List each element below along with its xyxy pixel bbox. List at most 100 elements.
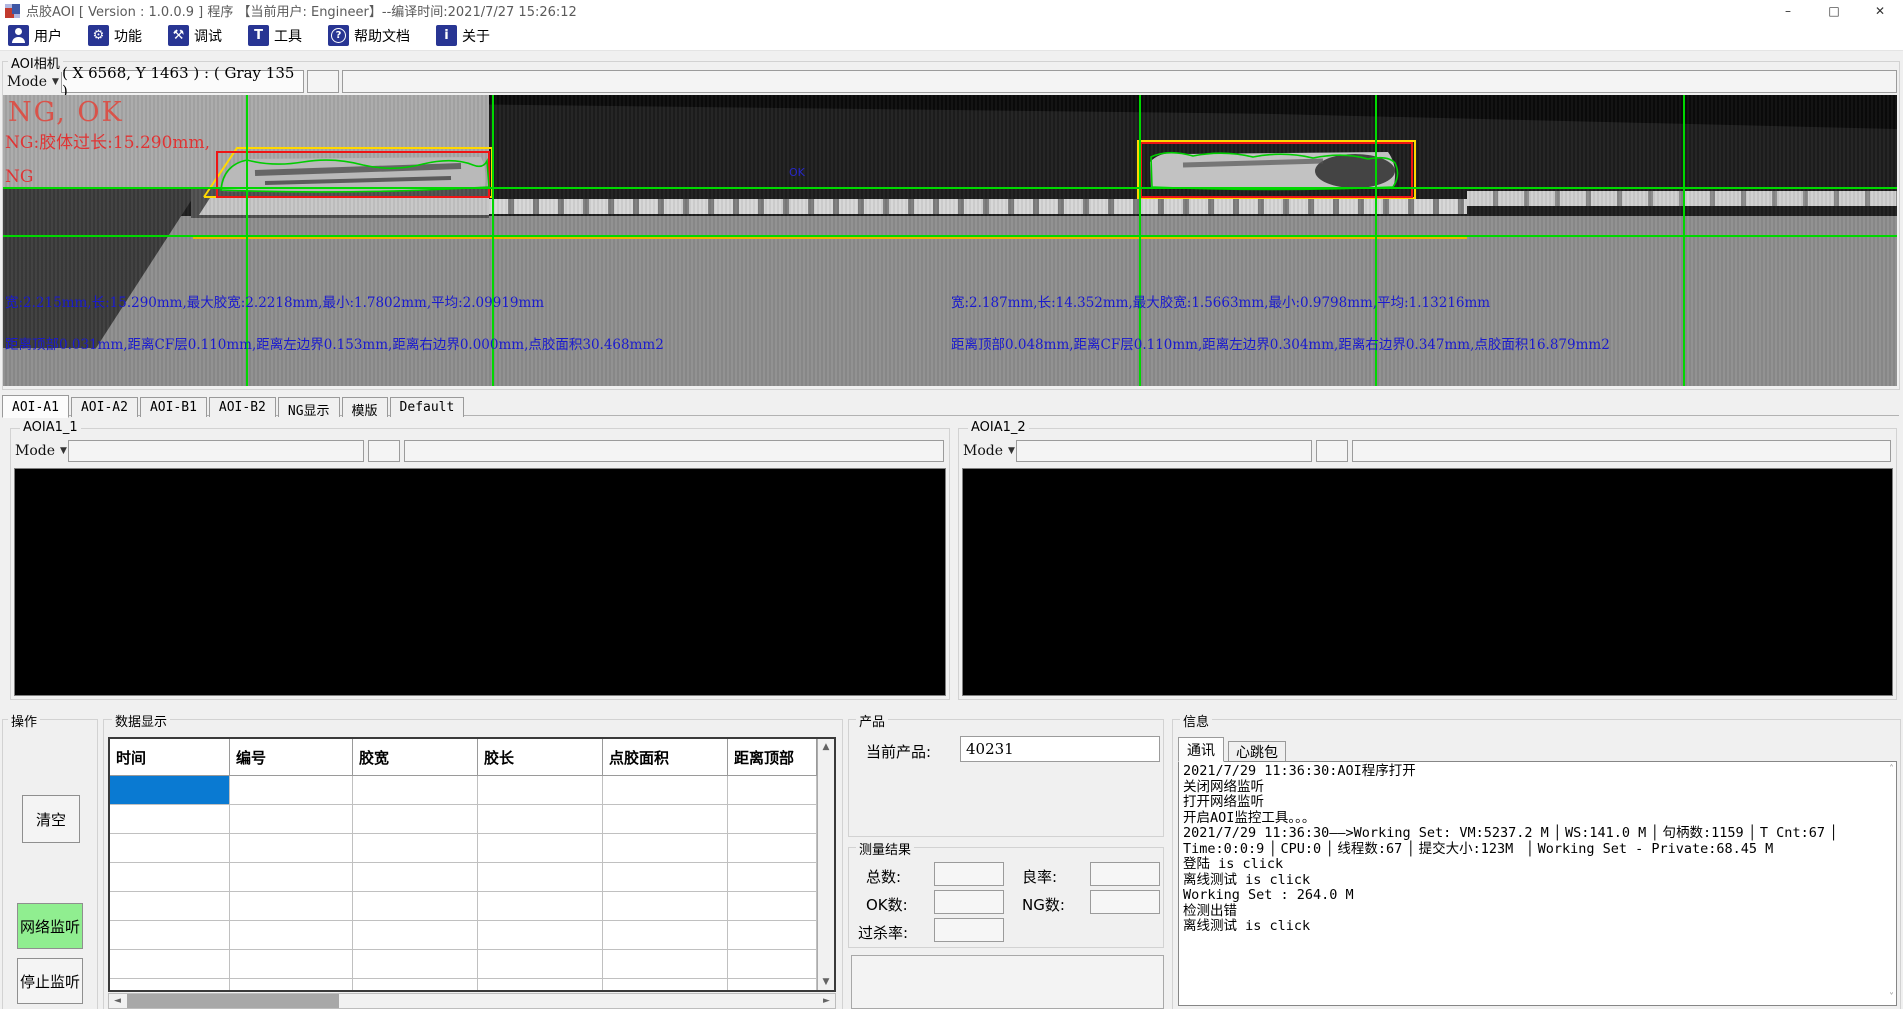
tab-aoi-a1[interactable]: AOI-A1	[2, 395, 69, 418]
table-cell[interactable]	[478, 776, 603, 805]
scroll-up-icon[interactable]: ▲	[818, 739, 834, 755]
tab-template[interactable]: 模版	[342, 397, 388, 417]
stop-listen-button[interactable]: 停止监听	[17, 958, 83, 1004]
table-cell[interactable]	[478, 892, 603, 921]
window-controls: – □ ✕	[1765, 0, 1903, 21]
table-cell[interactable]	[230, 805, 353, 834]
table-cell[interactable]	[728, 776, 817, 805]
toolbar-button-about[interactable]: i 关于	[436, 25, 490, 46]
column-header-glue-width[interactable]: 胶宽	[353, 739, 478, 776]
table-cell[interactable]	[603, 950, 728, 979]
tab-aoi-b2[interactable]: AOI-B2	[209, 397, 276, 417]
table-cell[interactable]	[353, 950, 478, 979]
scrollbar-thumb[interactable]	[127, 994, 339, 1008]
table-cell[interactable]	[603, 863, 728, 892]
table-cell-selected[interactable]	[110, 776, 230, 805]
scroll-down-icon[interactable]: ˅	[1889, 992, 1894, 1003]
tab-ng-display[interactable]: NG显示	[278, 397, 340, 417]
table-cell[interactable]	[603, 805, 728, 834]
maximize-button[interactable]: □	[1811, 0, 1857, 21]
table-cell[interactable]	[728, 892, 817, 921]
table-cell[interactable]	[110, 979, 230, 992]
table-cell[interactable]	[110, 805, 230, 834]
panel-left-mode-dropdown[interactable]: Mode▼	[16, 440, 66, 462]
panel-left-image-view[interactable]	[14, 468, 946, 696]
table-horizontal-scrollbar[interactable]: ◄ ►	[108, 993, 836, 1009]
toolbar-button-debug[interactable]: ⚒ 调试	[168, 25, 222, 46]
table-cell[interactable]	[603, 892, 728, 921]
scroll-right-icon[interactable]: ►	[818, 994, 835, 1008]
column-header-glue-area[interactable]: 点胶面积	[603, 739, 728, 776]
table-cell[interactable]	[230, 776, 353, 805]
table-cell[interactable]	[478, 805, 603, 834]
table-cell[interactable]	[728, 834, 817, 863]
table-cell[interactable]	[353, 979, 478, 992]
table-cell[interactable]	[353, 805, 478, 834]
column-header-distance-top[interactable]: 距离顶部	[728, 739, 817, 776]
table-cell[interactable]	[230, 834, 353, 863]
table-cell[interactable]	[603, 834, 728, 863]
tab-communication[interactable]: 通讯	[1178, 737, 1224, 762]
table-cell[interactable]	[478, 863, 603, 892]
toolbar-button-function[interactable]: ⚙ 功能	[88, 25, 142, 46]
table-cell[interactable]	[603, 979, 728, 992]
table-cell[interactable]	[728, 950, 817, 979]
table-cell[interactable]	[478, 921, 603, 950]
table-cell[interactable]	[353, 892, 478, 921]
info-icon: i	[436, 25, 457, 46]
table-cell[interactable]	[110, 950, 230, 979]
panel-right-mode-dropdown[interactable]: Mode▼	[964, 440, 1014, 462]
current-product-field[interactable]: 40231	[960, 736, 1160, 762]
table-cell[interactable]	[478, 950, 603, 979]
table-cell[interactable]	[353, 863, 478, 892]
tab-heartbeat[interactable]: 心跳包	[1228, 741, 1286, 762]
gear-icon: ⚙	[88, 25, 109, 46]
table-cell[interactable]	[353, 834, 478, 863]
toolbar-button-user[interactable]: 用户	[8, 25, 62, 46]
table-cell[interactable]	[728, 863, 817, 892]
ng-label-text: NG	[5, 167, 33, 187]
column-header-time[interactable]: 时间	[110, 739, 230, 776]
table-cell[interactable]	[230, 950, 353, 979]
table-cell[interactable]	[478, 979, 603, 992]
table-cell[interactable]	[603, 921, 728, 950]
clear-button[interactable]: 清空	[22, 795, 80, 843]
ok-count-label: OK数:	[866, 894, 908, 915]
table-cell[interactable]	[353, 776, 478, 805]
tab-aoi-b1[interactable]: AOI-B1	[140, 397, 207, 417]
overkill-label: 过杀率:	[858, 922, 908, 943]
table-cell[interactable]	[478, 834, 603, 863]
total-label: 总数:	[866, 866, 901, 887]
column-header-glue-length[interactable]: 胶长	[478, 739, 603, 776]
table-cell[interactable]	[230, 979, 353, 992]
minimize-button[interactable]: –	[1765, 0, 1811, 21]
table-cell[interactable]	[728, 979, 817, 992]
table-cell[interactable]	[230, 863, 353, 892]
communication-log[interactable]: 2021/7/29 11:36:30:AOI程序打开 关闭网络监听 打开网络监听…	[1178, 761, 1897, 1006]
close-button[interactable]: ✕	[1857, 0, 1903, 21]
table-cell[interactable]	[230, 892, 353, 921]
table-cell[interactable]	[230, 921, 353, 950]
toolbar-button-tools[interactable]: T 工具	[248, 25, 302, 46]
scroll-up-icon[interactable]: ˄	[1889, 764, 1894, 775]
scroll-left-icon[interactable]: ◄	[109, 994, 126, 1008]
table-vertical-scrollbar[interactable]: ▲ ▼	[817, 739, 834, 990]
table-cell[interactable]	[110, 921, 230, 950]
toolbar-button-help[interactable]: ? 帮助文档	[328, 25, 410, 46]
camera-mode-dropdown[interactable]: Mode▼	[7, 71, 59, 93]
panel-right-image-view[interactable]	[962, 468, 1893, 696]
scroll-down-icon[interactable]: ▼	[818, 974, 834, 990]
product-group-label: 产品	[856, 711, 888, 730]
tab-aoi-a2[interactable]: AOI-A2	[71, 397, 138, 417]
camera-image-view[interactable]: NG, OK NG:胶体过长:15.290mm, NG OK 宽:2.215mm…	[3, 95, 1897, 386]
column-header-id[interactable]: 编号	[230, 739, 353, 776]
network-listen-button[interactable]: 网络监听	[17, 903, 83, 949]
table-cell[interactable]	[728, 805, 817, 834]
tab-default[interactable]: Default	[390, 397, 465, 417]
table-cell[interactable]	[603, 776, 728, 805]
table-cell[interactable]	[353, 921, 478, 950]
table-cell[interactable]	[110, 892, 230, 921]
table-cell[interactable]	[728, 921, 817, 950]
table-cell[interactable]	[110, 834, 230, 863]
table-cell[interactable]	[110, 863, 230, 892]
